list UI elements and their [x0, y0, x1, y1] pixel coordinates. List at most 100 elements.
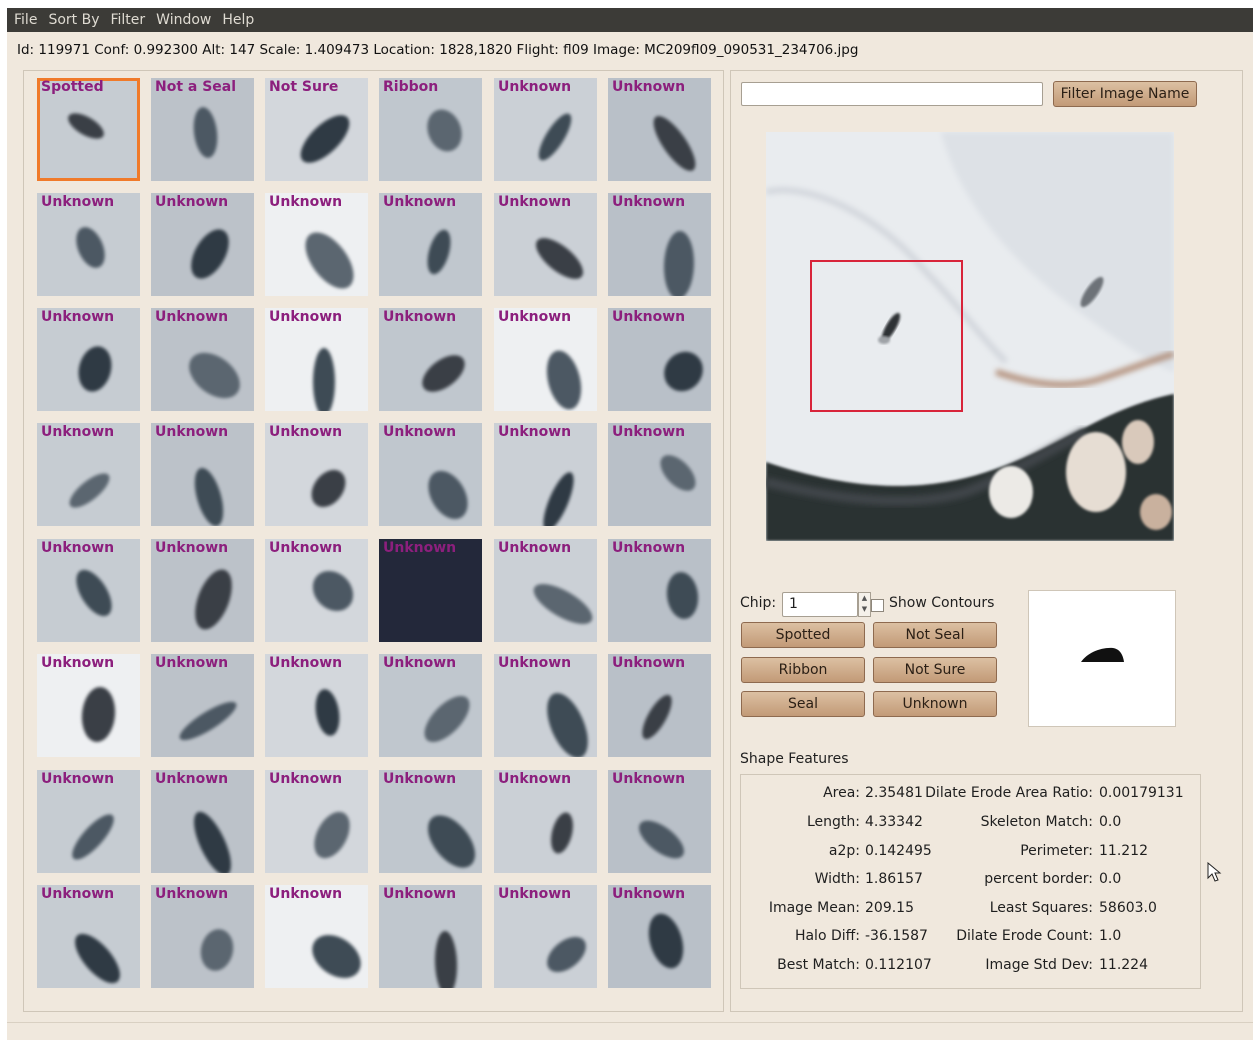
- thumbnail-tile[interactable]: Unknown: [151, 770, 254, 873]
- shape-preview: [1028, 590, 1176, 727]
- thumbnail-label: Unknown: [269, 194, 343, 210]
- feature-value: 1.86157: [865, 871, 923, 887]
- seal-shape: [537, 468, 580, 526]
- menu-file[interactable]: File: [14, 12, 37, 28]
- thumbnail-label: Unknown: [155, 194, 229, 210]
- thumbnail-tile[interactable]: Unknown: [379, 423, 482, 526]
- menu-window[interactable]: Window: [156, 12, 211, 28]
- thumbnail-tile[interactable]: Unknown: [608, 539, 711, 642]
- thumbnail-tile[interactable]: Unknown: [151, 885, 254, 988]
- feature-value: 0.0: [1099, 814, 1122, 830]
- seal-shape: [189, 464, 229, 526]
- seal-shape: [295, 224, 364, 296]
- menu-help[interactable]: Help: [222, 12, 254, 28]
- thumbnail-tile[interactable]: Unknown: [379, 770, 482, 873]
- seal-shape: [538, 687, 597, 757]
- thumbnail-tile[interactable]: Unknown: [37, 539, 140, 642]
- thumbnail-tile[interactable]: Unknown: [379, 539, 482, 642]
- thumbnail-tile[interactable]: Unknown: [608, 193, 711, 296]
- seal-shape: [70, 222, 111, 273]
- thumbnail-tile[interactable]: Unknown: [151, 654, 254, 757]
- thumbnail-label: Unknown: [155, 771, 229, 787]
- chip-input[interactable]: 1: [782, 592, 858, 617]
- thumbnail-tile[interactable]: Unknown: [151, 539, 254, 642]
- image-name-filter-input[interactable]: [741, 82, 1043, 106]
- thumbnail-tile[interactable]: Unknown: [608, 78, 711, 181]
- thumbnail-tile[interactable]: Unknown: [265, 193, 368, 296]
- seal-shape: [632, 813, 691, 866]
- seal-shape: [313, 348, 335, 411]
- thumbnail-tile[interactable]: Unknown: [37, 654, 140, 757]
- thumbnail-tile[interactable]: Unknown: [37, 770, 140, 873]
- feature-label: Image Mean:: [768, 900, 860, 916]
- thumbnail-tile[interactable]: Unknown: [494, 885, 597, 988]
- seal-shape: [420, 463, 476, 526]
- seal-shape: [540, 929, 593, 980]
- detection-box: [810, 260, 963, 412]
- aerial-image-view[interactable]: [766, 132, 1174, 541]
- seal-shape: [664, 570, 701, 621]
- thumbnail-tile[interactable]: Unknown: [37, 193, 140, 296]
- thumbnail-tile[interactable]: Unknown: [608, 885, 711, 988]
- thumbnail-tile[interactable]: Not a Seal: [151, 78, 254, 181]
- feature-label: a2p:: [828, 843, 860, 859]
- thumbnail-tile[interactable]: Unknown: [494, 423, 597, 526]
- filter-image-name-button[interactable]: Filter Image Name: [1053, 81, 1197, 107]
- thumbnail-label: Unknown: [41, 655, 115, 671]
- thumbnail-label: Unknown: [612, 655, 686, 671]
- spotted-button[interactable]: Spotted: [741, 622, 865, 648]
- menu-filter[interactable]: Filter: [110, 12, 145, 28]
- thumbnail-label: Unknown: [612, 79, 686, 95]
- thumbnail-tile[interactable]: Unknown: [379, 654, 482, 757]
- thumbnail-tile[interactable]: Unknown: [151, 193, 254, 296]
- feature-label: Length:: [806, 814, 860, 830]
- thumbnail-tile[interactable]: Unknown: [265, 423, 368, 526]
- seal-shape: [636, 690, 678, 744]
- thumbnail-tile[interactable]: Unknown: [494, 539, 597, 642]
- thumbnail-tile[interactable]: Unknown: [494, 78, 597, 181]
- feature-label: Least Squares:: [989, 900, 1093, 916]
- thumbnail-tile[interactable]: Unknown: [37, 885, 140, 988]
- thumbnail-tile[interactable]: Unknown: [608, 770, 711, 873]
- thumbnail-tile[interactable]: Unknown: [608, 308, 711, 411]
- thumbnail-label: Unknown: [383, 309, 457, 325]
- feature-label: Best Match:: [777, 957, 860, 973]
- thumbnail-tile[interactable]: Unknown: [37, 308, 140, 411]
- thumbnail-tile[interactable]: Not Sure: [265, 78, 368, 181]
- thumbnail-tile[interactable]: Unknown: [379, 885, 482, 988]
- feature-value: 2.35481: [865, 785, 923, 801]
- thumbnail-tile[interactable]: Unknown: [379, 308, 482, 411]
- thumbnail-tile[interactable]: Ribbon: [379, 78, 482, 181]
- thumbnail-tile[interactable]: Unknown: [608, 654, 711, 757]
- thumbnail-tile[interactable]: Unknown: [494, 193, 597, 296]
- thumbnail-tile[interactable]: Unknown: [494, 308, 597, 411]
- thumbnail-tile[interactable]: Unknown: [265, 885, 368, 988]
- unknown-button[interactable]: Unknown: [873, 691, 997, 717]
- thumbnail-tile[interactable]: Unknown: [494, 770, 597, 873]
- thumbnail-label: Unknown: [498, 540, 572, 556]
- menu-sort-by[interactable]: Sort By: [48, 12, 99, 28]
- not-sure-button[interactable]: Not Sure: [873, 657, 997, 683]
- show-contours-checkbox[interactable]: [871, 599, 884, 612]
- thumbnail-tile[interactable]: Unknown: [265, 654, 368, 757]
- thumbnail-tile[interactable]: Unknown: [151, 423, 254, 526]
- thumbnail-label: Unknown: [269, 655, 343, 671]
- feature-value: 4.33342: [865, 814, 923, 830]
- thumbnail-tile[interactable]: Unknown: [608, 423, 711, 526]
- seal-shape: [433, 930, 459, 988]
- not-seal-button[interactable]: Not Seal: [873, 622, 997, 648]
- thumbnail-tile[interactable]: Unknown: [379, 193, 482, 296]
- thumbnail-tile[interactable]: Unknown: [265, 539, 368, 642]
- thumbnail-tile[interactable]: Unknown: [265, 770, 368, 873]
- seal-shape: [304, 562, 362, 620]
- thumbnail-tile[interactable]: Unknown: [37, 423, 140, 526]
- feature-label: percent border:: [984, 871, 1093, 887]
- thumbnail-tile[interactable]: Unknown: [494, 654, 597, 757]
- spin-arrows-icon[interactable]: ▲ ▼: [858, 592, 871, 617]
- shape-features-title: Shape Features: [740, 751, 849, 767]
- seal-button[interactable]: Seal: [741, 691, 865, 717]
- thumbnail-tile[interactable]: Spotted: [37, 78, 140, 181]
- ribbon-button[interactable]: Ribbon: [741, 657, 865, 683]
- thumbnail-tile[interactable]: Unknown: [151, 308, 254, 411]
- thumbnail-tile[interactable]: Unknown: [265, 308, 368, 411]
